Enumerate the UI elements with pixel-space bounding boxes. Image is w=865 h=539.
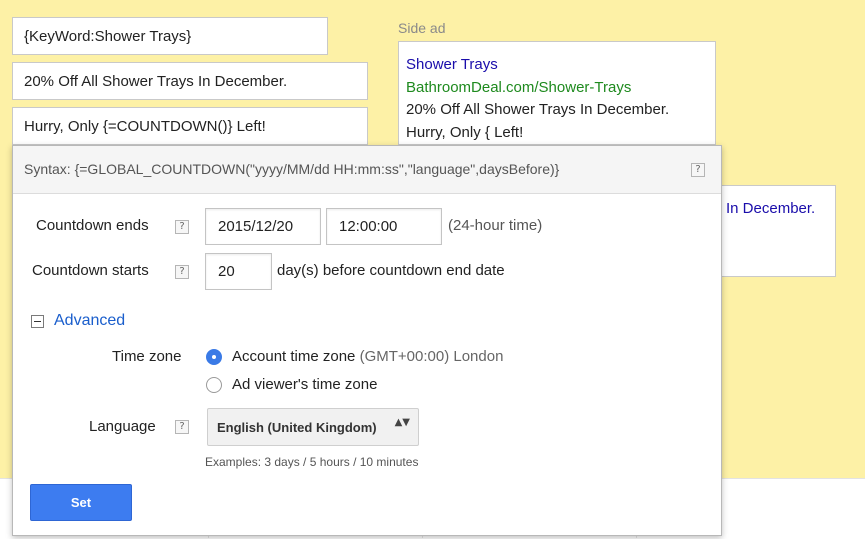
time-format-hint: (24-hour time) [448, 217, 543, 234]
side-ad-preview: Shower Trays BathroomDeal.com/Shower-Tra… [398, 41, 716, 145]
advanced-toggle[interactable]: Advanced [54, 312, 125, 330]
language-select[interactable]: English (United Kingdom) ▲▼ [207, 408, 419, 446]
time-zone-label: Time zone [112, 348, 182, 365]
tz-account-label: Account time zone [232, 348, 356, 365]
days-before-input[interactable]: 20 [205, 253, 272, 290]
countdown-starts-label: Countdown starts [32, 262, 149, 279]
language-selected-value: English (United Kingdom) [217, 419, 377, 435]
select-arrows-icon: ▲▼ [394, 417, 410, 428]
help-icon[interactable]: ? [691, 163, 705, 177]
ad-display-url: BathroomDeal.com/Shower-Trays [406, 78, 632, 96]
tz-viewer-option[interactable]: Ad viewer's time zone [232, 376, 377, 393]
help-icon[interactable]: ? [175, 220, 189, 234]
countdown-ends-label: Countdown ends [36, 217, 149, 234]
end-time-input[interactable]: 12:00:00 [326, 208, 442, 245]
description-line1-field[interactable]: 20% Off All Shower Trays In December. [12, 62, 368, 100]
background-ad-preview [712, 185, 836, 277]
tz-viewer-radio[interactable] [206, 377, 222, 393]
side-ad-label: Side ad [398, 20, 446, 36]
days-before-hint: day(s) before countdown end date [277, 262, 505, 279]
examples-hint: Examples: 3 days / 5 hours / 10 minutes [205, 455, 419, 469]
language-label: Language [89, 418, 156, 435]
end-date-input[interactable]: 2015/12/20 [205, 208, 321, 245]
set-button[interactable]: Set [30, 484, 132, 521]
help-icon[interactable]: ? [175, 420, 189, 434]
ad-line2: Hurry, Only { Left! [406, 123, 524, 141]
syntax-bar: Syntax: {=GLOBAL_COUNTDOWN("yyyy/MM/dd H… [13, 146, 721, 194]
tz-account-radio[interactable] [206, 349, 222, 365]
tz-account-option[interactable]: Account time zone (GMT+00:00) London [232, 348, 503, 365]
ad-line1: 20% Off All Shower Trays In December. [406, 101, 670, 118]
collapse-icon[interactable] [31, 315, 44, 328]
background-ad-text: In December. [726, 200, 816, 217]
tz-account-detail: (GMT+00:00) London [359, 348, 504, 365]
description-line2-field[interactable]: Hurry, Only {=COUNTDOWN()} Left! [12, 107, 368, 145]
countdown-popup: Syntax: {=GLOBAL_COUNTDOWN("yyyy/MM/dd H… [12, 145, 722, 536]
headline-field[interactable]: {KeyWord:Shower Trays} [12, 17, 328, 55]
ad-title: Shower Trays [406, 56, 498, 73]
syntax-text: Syntax: {=GLOBAL_COUNTDOWN("yyyy/MM/dd H… [24, 161, 560, 177]
help-icon[interactable]: ? [175, 265, 189, 279]
